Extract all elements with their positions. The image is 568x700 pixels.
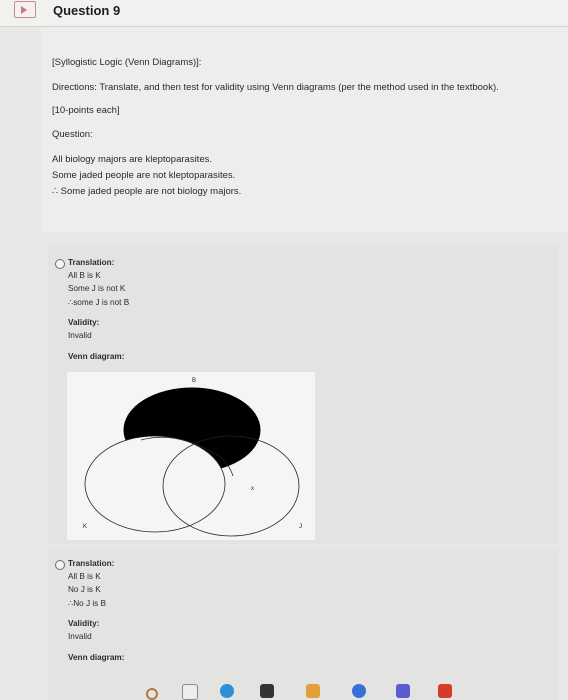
calendar-icon[interactable] bbox=[182, 684, 198, 700]
question-directions: Directions: Translate, and then test for… bbox=[52, 82, 499, 93]
option-a-line-2: Some J is not K bbox=[68, 284, 126, 293]
premise-2: Some jaded people are not kleptoparasite… bbox=[52, 170, 236, 181]
notes-icon[interactable] bbox=[306, 684, 320, 698]
app-icon[interactable] bbox=[396, 684, 410, 698]
conclusion: ∴ Some jaded people are not biology majo… bbox=[52, 186, 242, 197]
option-b-validity: Invalid bbox=[68, 632, 92, 641]
venn-label-j: J bbox=[299, 524, 302, 530]
option-a-line-3: ∴some J is not B bbox=[68, 298, 130, 307]
venn-diagram-svg: B K J x bbox=[83, 378, 302, 537]
question-header: Question 9 bbox=[0, 0, 568, 27]
option-b-radio[interactable] bbox=[55, 560, 65, 570]
files-icon[interactable] bbox=[260, 684, 274, 698]
answer-option-b[interactable] bbox=[48, 548, 558, 700]
venn-mark-x: x bbox=[251, 486, 254, 492]
question-label: Question: bbox=[52, 129, 93, 140]
option-a-translation-label: Translation: bbox=[68, 258, 115, 267]
premise-1: All biology majors are kleptoparasites. bbox=[52, 154, 212, 165]
dock bbox=[0, 680, 568, 700]
question-category: [Syllogistic Logic (Venn Diagrams)]: bbox=[52, 57, 202, 68]
record-icon[interactable] bbox=[438, 684, 452, 698]
option-b-venn-label: Venn diagram: bbox=[68, 653, 125, 662]
option-b-line-2: No J is K bbox=[68, 585, 101, 594]
option-a-validity-label: Validity: bbox=[68, 318, 100, 327]
option-a-validity: Invalid bbox=[68, 331, 92, 340]
finder-icon[interactable] bbox=[146, 688, 158, 700]
option-b-line-3: ∴No J is B bbox=[68, 599, 106, 608]
venn-circle-k bbox=[84, 435, 226, 533]
chrome-icon[interactable] bbox=[220, 684, 234, 698]
venn-label-k: K bbox=[83, 524, 87, 530]
venn-diagram: B K J x bbox=[67, 372, 315, 540]
store-icon[interactable] bbox=[352, 684, 366, 698]
option-a-line-1: All B is K bbox=[68, 271, 101, 280]
venn-label-b: B bbox=[192, 378, 196, 384]
question-title: Question 9 bbox=[53, 3, 121, 18]
option-a-radio[interactable] bbox=[55, 259, 65, 269]
option-b-line-1: All B is K bbox=[68, 572, 101, 581]
option-a-venn-label: Venn diagram: bbox=[68, 352, 125, 361]
option-b-validity-label: Validity: bbox=[68, 619, 100, 628]
option-b-translation-label: Translation: bbox=[68, 559, 115, 568]
flag-icon[interactable] bbox=[14, 1, 36, 18]
question-points: [10-points each] bbox=[52, 105, 120, 116]
